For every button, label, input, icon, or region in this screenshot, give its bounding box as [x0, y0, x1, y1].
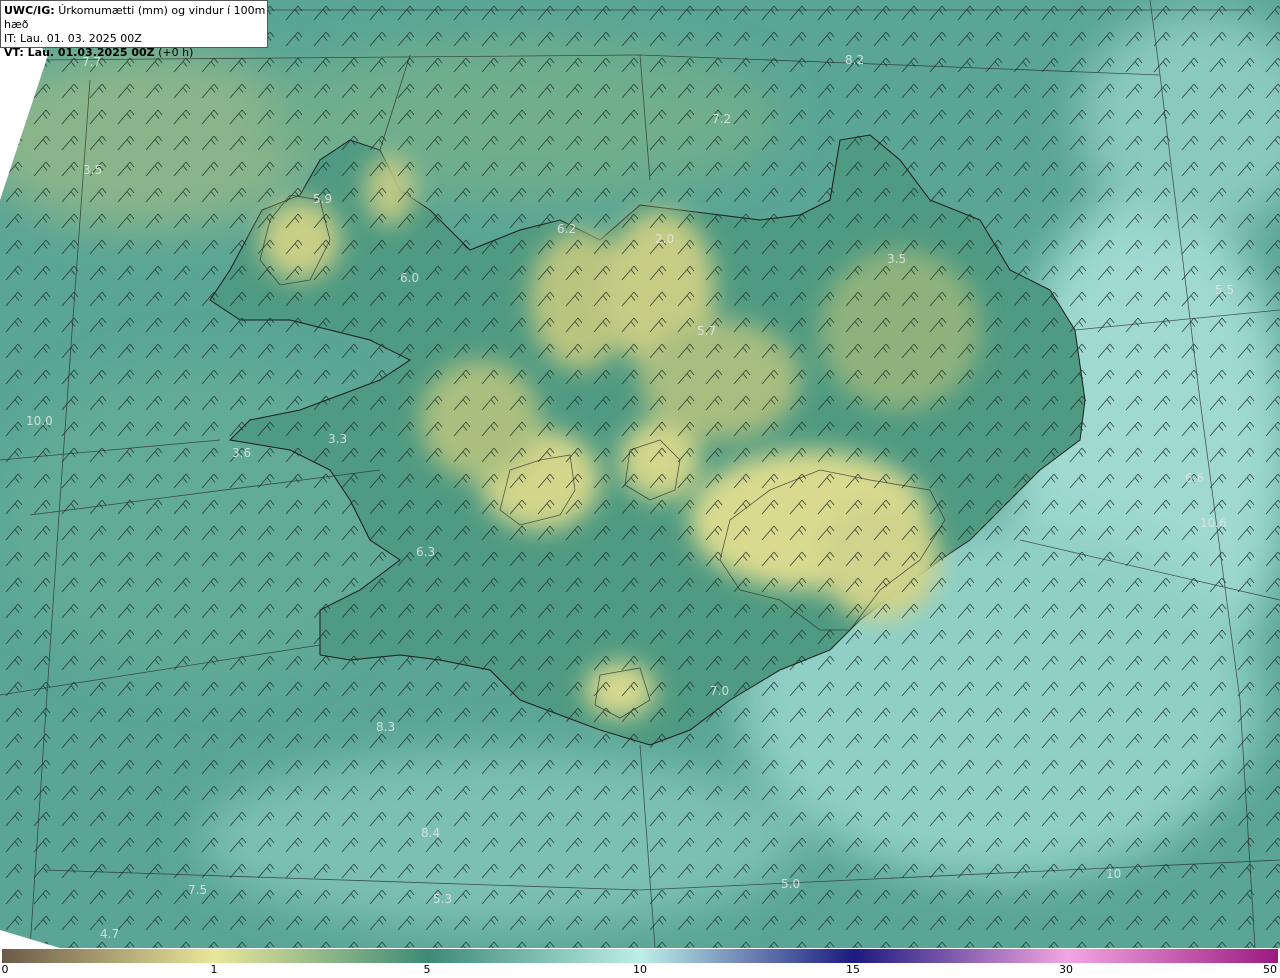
- value-label: 7.0: [710, 684, 729, 698]
- colorbar-tick-label: 30: [1059, 963, 1073, 976]
- value-label: 3.3: [328, 432, 347, 446]
- precipitation-wind-map: 7.7 3.5 5.9 6.0 6.2 2.0 7.2 8.2 3.5 5.5 …: [0, 0, 1280, 948]
- wind-barbs: [0, 0, 1280, 948]
- colorbar-tick-label: 1: [210, 963, 218, 976]
- value-label: 7.5: [188, 883, 207, 897]
- value-label: 7.2: [712, 112, 731, 126]
- value-label: 6.3: [416, 545, 435, 559]
- value-label: 5.9: [313, 192, 332, 206]
- colorbar-tick-label: 5: [423, 963, 431, 976]
- value-label: 5.7: [697, 324, 716, 338]
- value-label: 6.6: [1185, 471, 1204, 485]
- value-label: 3.5: [83, 163, 102, 177]
- value-label: 8.3: [376, 720, 395, 734]
- valid-time-offset: (+0 h): [154, 46, 194, 59]
- value-label: 8.4: [421, 826, 440, 840]
- value-label: 5.3: [433, 892, 452, 906]
- valid-time: VT: Lau. 01.03.2025 00Z: [4, 46, 155, 59]
- value-label: 5.0: [781, 877, 800, 891]
- colorbar-tick-label: 15: [846, 963, 860, 976]
- value-label: 10.6: [1200, 516, 1227, 530]
- value-label: 5.5: [1215, 283, 1234, 297]
- colorbar-tick-label: 10: [633, 963, 647, 976]
- colorbar: 0 1 5 10 15 30 50: [0, 948, 1280, 978]
- issue-time: IT: Lau. 01. 03. 2025 00Z: [4, 32, 142, 45]
- value-label: 6.0: [400, 271, 419, 285]
- value-label: 3.6: [232, 446, 251, 460]
- value-label: 6.2: [557, 222, 576, 236]
- value-label: 10: [1106, 867, 1121, 881]
- colorbar-gradient: [2, 949, 1278, 963]
- value-label: 8.2: [845, 53, 864, 67]
- colorbar-tick-label: 50: [1263, 963, 1277, 976]
- map-header: UWC/IG: Úrkomumætti (mm) og vindur í 100…: [0, 0, 268, 59]
- value-label: 3.5: [887, 252, 906, 266]
- value-label: 4.7: [100, 927, 119, 941]
- colorbar-tick-label: 0: [1, 963, 9, 976]
- value-label: 2.0: [655, 232, 674, 246]
- product-code: UWC/IG:: [4, 4, 55, 17]
- value-label: 10.0: [26, 414, 53, 428]
